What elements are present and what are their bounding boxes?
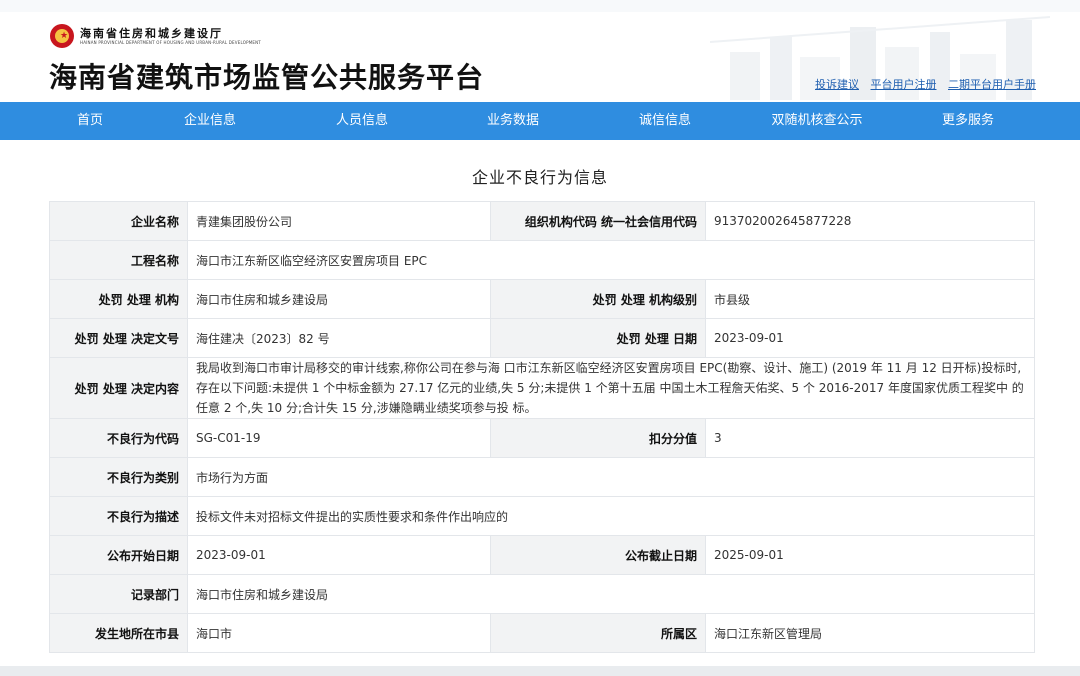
project-name: 海口市江东新区临空经济区安置房项目 EPC (187, 240, 1035, 280)
field-label: 处罚 处理 机构级别 (490, 279, 706, 319)
page-title: 企业不良行为信息 (471, 168, 608, 187)
nav-more[interactable]: 更多服务 (942, 102, 994, 140)
credit-code: 913702002645877228 (705, 201, 1035, 241)
recording-department: 海口市住房和城乡建设局 (187, 574, 1035, 614)
record-table: 企业名称 青建集团股份公司 组织机构代码 统一社会信用代码 9137020026… (49, 201, 1035, 653)
nav-home[interactable]: 首页 (77, 102, 103, 140)
company-name: 青建集团股份公司 (187, 201, 491, 241)
table-row: 企业名称 青建集团股份公司 组织机构代码 统一社会信用代码 9137020026… (49, 201, 1035, 241)
site-title: 海南省建筑市场监管公共服务平台 (49, 61, 485, 94)
field-label: 企业名称 (49, 201, 188, 241)
field-label: 处罚 处理 决定文号 (49, 318, 188, 358)
behavior-category: 市场行为方面 (187, 457, 1035, 497)
table-row: 处罚 处理 机构 海口市住房和城乡建设局 处罚 处理 机构级别 市县级 (49, 279, 1035, 319)
table-row: 处罚 处理 决定文号 海住建决〔2023〕82 号 处罚 处理 日期 2023-… (49, 318, 1035, 358)
horizontal-scrollbar[interactable] (0, 666, 1080, 676)
table-row: 不良行为类别 市场行为方面 (49, 457, 1035, 497)
field-label: 不良行为代码 (49, 418, 188, 458)
nav-credit[interactable]: 诚信信息 (639, 102, 691, 140)
field-label: 处罚 处理 机构 (49, 279, 188, 319)
complaint-link[interactable]: 投诉建议 (815, 78, 859, 91)
field-label: 公布开始日期 (49, 535, 188, 575)
field-label: 处罚 处理 决定内容 (49, 357, 188, 419)
decision-number: 海住建决〔2023〕82 号 (187, 318, 491, 358)
emblem-icon: ★ (50, 24, 74, 48)
field-label: 发生地所在市县 (49, 613, 188, 653)
header-links: 投诉建议 平台用户注册 二期平台用户手册 (807, 76, 1036, 92)
nav-personnel[interactable]: 人员信息 (336, 102, 388, 140)
publish-start-date: 2023-09-01 (187, 535, 491, 575)
table-row: 不良行为描述 投标文件未对招标文件提出的实质性要求和条件作出响应的 (49, 496, 1035, 536)
behavior-description: 投标文件未对招标文件提出的实质性要求和条件作出响应的 (187, 496, 1035, 536)
field-label: 组织机构代码 统一社会信用代码 (490, 201, 706, 241)
table-row: 发生地所在市县 海口市 所属区 海口江东新区管理局 (49, 613, 1035, 653)
table-row: 记录部门 海口市住房和城乡建设局 (49, 574, 1035, 614)
decision-content: 我局收到海口市审计局移交的审计线索,称你公司在参与海 口市江东新区临空经济区安置… (187, 357, 1035, 419)
field-label: 不良行为描述 (49, 496, 188, 536)
table-row: 不良行为代码 SG-C01-19 扣分分值 3 (49, 418, 1035, 458)
site-header: ★ 海南省住房和城乡建设厅 HAINAN PROVINCIAL DEPARTME… (0, 12, 1080, 102)
penalty-date: 2023-09-01 (705, 318, 1035, 358)
register-link[interactable]: 平台用户注册 (871, 78, 937, 91)
nav-inspection[interactable]: 双随机核查公示 (771, 102, 862, 140)
department-name-en: HAINAN PROVINCIAL DEPARTMENT OF HOUSING … (80, 40, 261, 45)
main-nav: 首页 企业信息 人员信息 业务数据 诚信信息 双随机核查公示 更多服务 (0, 102, 1080, 140)
table-row: 工程名称 海口市江东新区临空经济区安置房项目 EPC (49, 240, 1035, 280)
department-name: 海南省住房和城乡建设厅 (80, 27, 223, 40)
field-label: 扣分分值 (490, 418, 706, 458)
deduction-score: 3 (705, 418, 1035, 458)
field-label: 公布截止日期 (490, 535, 706, 575)
field-label: 不良行为类别 (49, 457, 188, 497)
nav-business-data[interactable]: 业务数据 (487, 102, 539, 140)
location-city: 海口市 (187, 613, 491, 653)
penalty-agency: 海口市住房和城乡建设局 (187, 279, 491, 319)
nav-enterprise[interactable]: 企业信息 (184, 102, 236, 140)
publish-end-date: 2025-09-01 (705, 535, 1035, 575)
user-manual-link[interactable]: 二期平台用户手册 (948, 78, 1036, 91)
table-row: 公布开始日期 2023-09-01 公布截止日期 2025-09-01 (49, 535, 1035, 575)
field-label: 记录部门 (49, 574, 188, 614)
field-label: 所属区 (490, 613, 706, 653)
table-row: 处罚 处理 决定内容 我局收到海口市审计局移交的审计线索,称你公司在参与海 口市… (49, 357, 1035, 419)
behavior-code: SG-C01-19 (187, 418, 491, 458)
district: 海口江东新区管理局 (705, 613, 1035, 653)
agency-level: 市县级 (705, 279, 1035, 319)
field-label: 处罚 处理 日期 (490, 318, 706, 358)
field-label: 工程名称 (49, 240, 188, 280)
